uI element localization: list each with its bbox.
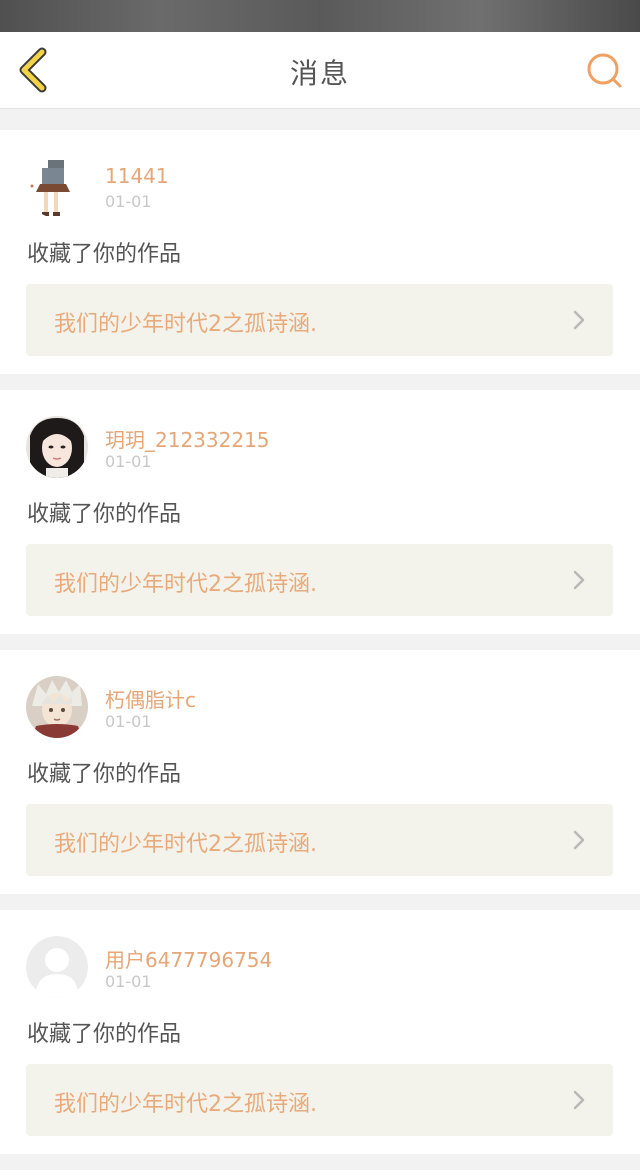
- message-date: 01-01: [105, 192, 152, 211]
- message-list: 11441 01-01 收藏了你的作品 我们的少年时代2之孤诗涵. 玥玥_212…: [0, 130, 640, 1170]
- message-card: 玥玥_212332215 01-01 收藏了你的作品 我们的少年时代2之孤诗涵.: [0, 390, 640, 634]
- action-text: 收藏了你的作品: [27, 1022, 182, 1047]
- action-text: 收藏了你的作品: [27, 242, 182, 267]
- avatar-woman-portrait[interactable]: [26, 416, 88, 478]
- work-link[interactable]: 我们的少年时代2之孤诗涵.: [26, 1064, 613, 1136]
- work-title: 我们的少年时代2之孤诗涵.: [54, 1092, 317, 1117]
- work-link[interactable]: 我们的少年时代2之孤诗涵.: [26, 804, 613, 876]
- message-date: 01-01: [105, 452, 152, 471]
- message-card: 用户6477796754 01-01 收藏了你的作品 我们的少年时代2之孤诗涵.: [0, 910, 640, 1154]
- chevron-right-icon: [573, 570, 585, 590]
- search-icon: [587, 53, 622, 88]
- message-card: 朽偶脂计c 01-01 收藏了你的作品 我们的少年时代2之孤诗涵.: [0, 650, 640, 894]
- username[interactable]: 朽偶脂计c: [105, 684, 196, 713]
- username[interactable]: 用户6477796754: [105, 944, 272, 973]
- status-bar: [0, 0, 640, 32]
- page-title: 消息: [289, 57, 350, 90]
- chevron-right-icon: [573, 830, 585, 850]
- username[interactable]: 玥玥_212332215: [105, 424, 270, 453]
- nav-bar: 消息: [0, 32, 640, 109]
- message-card: 11441 01-01 收藏了你的作品 我们的少年时代2之孤诗涵.: [0, 130, 640, 374]
- action-text: 收藏了你的作品: [27, 502, 182, 527]
- chevron-right-icon: [573, 1090, 585, 1110]
- avatar-default-user[interactable]: [26, 936, 88, 998]
- work-title: 我们的少年时代2之孤诗涵.: [54, 832, 317, 857]
- work-link[interactable]: 我们的少年时代2之孤诗涵.: [26, 544, 613, 616]
- work-title: 我们的少年时代2之孤诗涵.: [54, 572, 317, 597]
- action-text: 收藏了你的作品: [27, 762, 182, 787]
- avatar-girl-figure[interactable]: [26, 156, 88, 218]
- chevron-right-icon: [573, 310, 585, 330]
- work-title: 我们的少年时代2之孤诗涵.: [54, 312, 317, 337]
- message-date: 01-01: [105, 972, 152, 991]
- avatar-anime-boy[interactable]: [26, 676, 88, 738]
- message-date: 01-01: [105, 712, 152, 731]
- search-button[interactable]: [584, 50, 626, 92]
- username[interactable]: 11441: [105, 164, 169, 188]
- work-link[interactable]: 我们的少年时代2之孤诗涵.: [26, 284, 613, 356]
